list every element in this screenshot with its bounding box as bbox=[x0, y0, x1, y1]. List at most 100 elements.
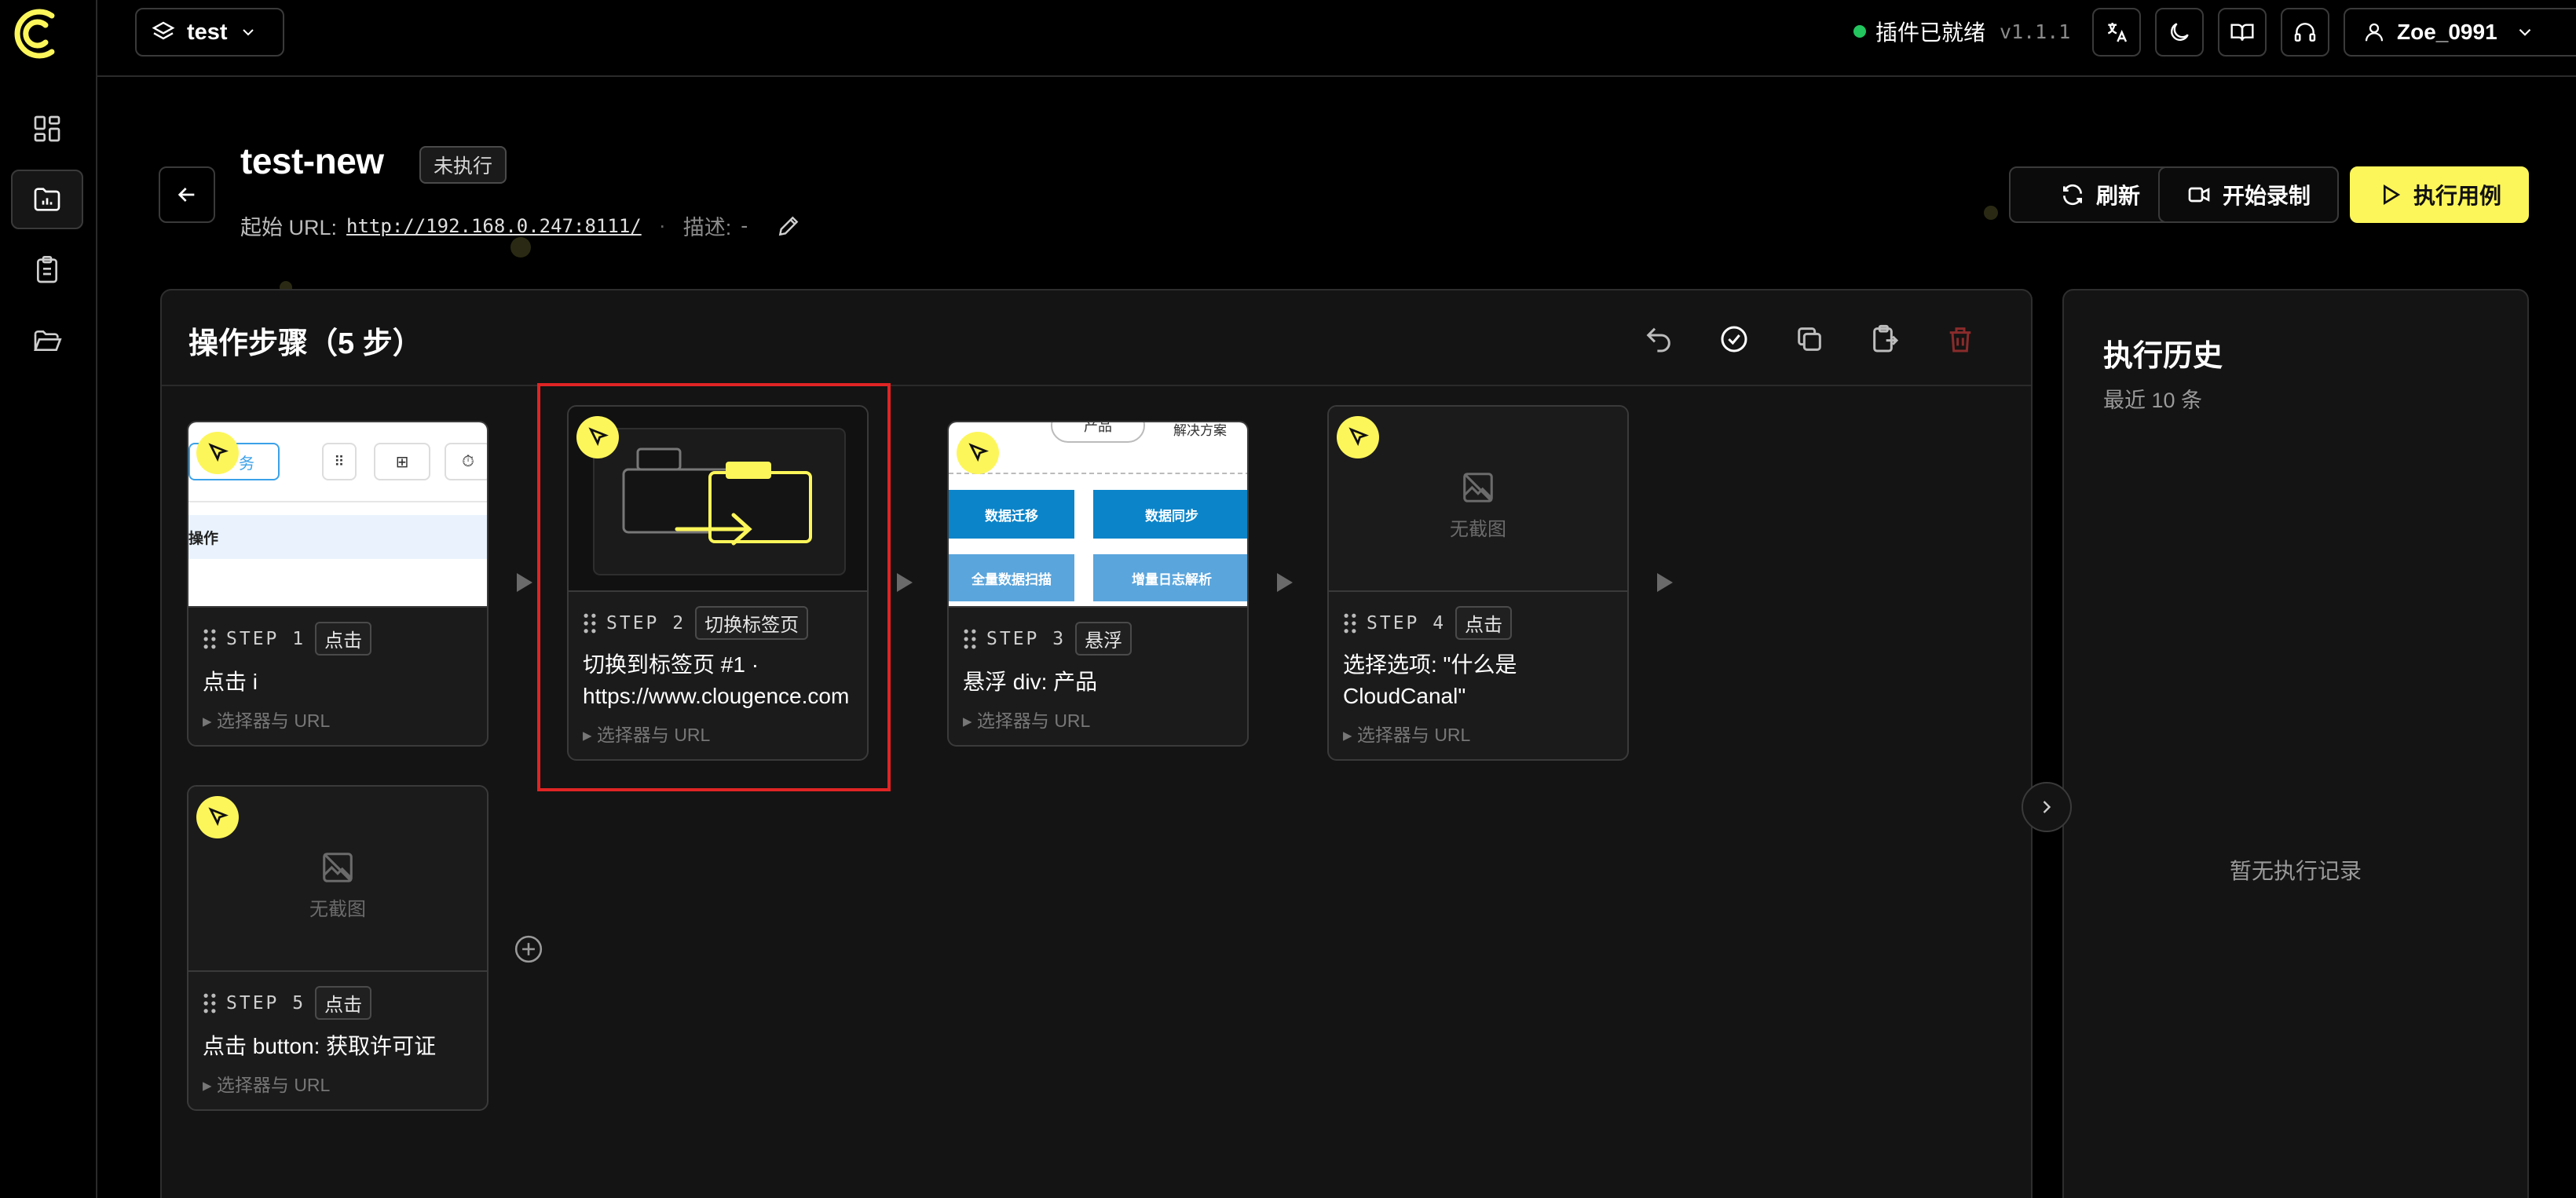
record-label: 开始录制 bbox=[2222, 184, 2311, 208]
clipboard-icon bbox=[37, 256, 57, 283]
thumb-tile: 数据迁移 bbox=[949, 490, 1074, 539]
pencil-icon[interactable] bbox=[776, 214, 801, 239]
top-bar: test 插件已就绪 v1.1.1 Zoe_0991 bbox=[97, 0, 2576, 77]
headset-icon bbox=[2294, 23, 2316, 42]
status-text: 插件已就绪 bbox=[1875, 20, 1986, 45]
thumb-nav-product: 产品 bbox=[1051, 422, 1145, 443]
grid-icon: ⠿ bbox=[322, 443, 357, 480]
export-button[interactable] bbox=[1866, 320, 1904, 358]
step-snapshot: 无截图 bbox=[1329, 407, 1627, 592]
back-button[interactable] bbox=[159, 166, 215, 223]
validate-button[interactable] bbox=[1715, 320, 1753, 358]
drag-handle-icon[interactable] bbox=[203, 993, 217, 1014]
layers-icon bbox=[152, 21, 175, 40]
copy-icon bbox=[1798, 327, 1821, 351]
step-label: STEP 1 bbox=[226, 628, 306, 649]
step-snapshot: 务 ⠿ ⊞ ⏱ 操作 bbox=[188, 422, 487, 608]
start-url-label: 起始 URL: bbox=[240, 216, 338, 239]
step-card-4[interactable]: 无截图 STEP 4 点击 选择选项: "什么是 CloudCanal" ▸ 选… bbox=[1327, 405, 1629, 761]
selector-toggle[interactable]: ▸ 选择器与 URL bbox=[203, 1070, 473, 1097]
check-circle-icon bbox=[1721, 326, 1747, 352]
cursor-click-icon bbox=[208, 443, 229, 462]
thumb-tile: 全量数据扫描 bbox=[949, 554, 1074, 601]
apps-icon: ⊞ bbox=[374, 443, 430, 480]
case-meta: 起始 URL: http://192.168.0.247:8111/ · 描述:… bbox=[240, 210, 801, 241]
step-body: STEP 3 悬浮 悬浮 div: 产品 ▸ 选择器与 URL bbox=[949, 608, 1247, 745]
folder-open-icon bbox=[34, 331, 62, 351]
step-description: 悬浮 div: 产品 bbox=[963, 670, 1098, 694]
moon-icon bbox=[2171, 23, 2189, 41]
step-snapshot: 产品 解决方案 数据迁移 数据同步 全量数据扫描 增量日志解析 bbox=[949, 422, 1247, 608]
collapse-history-button[interactable] bbox=[2022, 782, 2072, 832]
add-step-icon[interactable] bbox=[514, 934, 543, 964]
step-card-5[interactable]: 无截图 STEP 5 点击 点击 button: 获取许可证 ▸ 选择器与 UR… bbox=[187, 785, 488, 1111]
cursor-click-icon bbox=[588, 427, 609, 447]
no-snapshot: 无截图 bbox=[188, 849, 487, 921]
support-button[interactable] bbox=[2281, 8, 2329, 57]
user-menu[interactable]: Zoe_0991 bbox=[2344, 8, 2576, 57]
refresh-icon bbox=[2062, 184, 2082, 206]
docs-button[interactable] bbox=[2218, 8, 2267, 57]
step-arrow bbox=[517, 573, 532, 592]
start-recording-button[interactable]: 开始录制 bbox=[2158, 166, 2339, 223]
meta-separator: · bbox=[658, 214, 666, 237]
drag-handle-icon[interactable] bbox=[1343, 613, 1357, 634]
status-badge: 未执行 bbox=[419, 146, 507, 184]
drag-handle-icon[interactable] bbox=[203, 629, 217, 649]
cursor-badge bbox=[957, 432, 999, 474]
execution-history-panel: 执行历史 最近 10 条 暂无执行记录 bbox=[2062, 289, 2529, 1198]
run-case-button[interactable]: 执行用例 bbox=[2350, 166, 2529, 223]
play-icon bbox=[2383, 184, 2401, 206]
trash-icon bbox=[1949, 327, 1971, 352]
delete-button[interactable] bbox=[1941, 320, 1979, 358]
step-card-1[interactable]: 务 ⠿ ⊞ ⏱ 操作 STEP 1 点击 点击 i ▸ 选择器与 URL bbox=[187, 421, 488, 747]
nav-reports[interactable] bbox=[11, 240, 83, 300]
step-label: STEP 4 bbox=[1367, 612, 1447, 634]
video-camera-icon bbox=[2188, 187, 2210, 203]
selector-toggle[interactable]: ▸ 选择器与 URL bbox=[1343, 720, 1613, 747]
start-url-link[interactable]: http://192.168.0.247:8111/ bbox=[346, 215, 642, 237]
no-snapshot-text: 无截图 bbox=[1450, 519, 1506, 540]
page-title: test-new bbox=[240, 141, 384, 181]
chevron-down-icon bbox=[242, 29, 254, 36]
thumb-nav-solutions: 解决方案 bbox=[1173, 423, 1227, 438]
nav-dashboard[interactable] bbox=[11, 99, 83, 159]
thumb-tile: 增量日志解析 bbox=[1093, 554, 1247, 601]
step-description-line2: CloudCanal" bbox=[1343, 684, 1466, 708]
book-icon bbox=[2230, 24, 2254, 41]
nav-test-cases[interactable] bbox=[11, 170, 83, 229]
steps-title: 操作步骤（5 步） bbox=[188, 327, 423, 360]
cursor-click-icon bbox=[208, 807, 229, 827]
theme-toggle-button[interactable] bbox=[2155, 8, 2204, 57]
step-body: STEP 5 点击 点击 button: 获取许可证 ▸ 选择器与 URL bbox=[188, 972, 487, 1109]
language-button[interactable] bbox=[2092, 8, 2141, 57]
refresh-label: 刷新 bbox=[2095, 184, 2140, 208]
step-arrow bbox=[1657, 573, 1673, 592]
step-type-chip: 点击 bbox=[315, 622, 372, 656]
selector-toggle[interactable]: ▸ 选择器与 URL bbox=[203, 706, 473, 732]
no-snapshot: 无截图 bbox=[1329, 469, 1627, 541]
nav-files[interactable] bbox=[11, 311, 83, 371]
step-type-chip: 点击 bbox=[315, 986, 372, 1020]
drag-handle-icon[interactable] bbox=[963, 629, 977, 649]
step-label: STEP 5 bbox=[226, 992, 306, 1014]
cloudcanal-logo[interactable] bbox=[11, 6, 66, 61]
selector-toggle[interactable]: ▸ 选择器与 URL bbox=[963, 706, 1233, 732]
user-icon bbox=[2365, 23, 2384, 42]
step-description: 点击 button: 获取许可证 bbox=[203, 1034, 437, 1058]
step-snapshot: 无截图 bbox=[188, 787, 487, 972]
project-selector[interactable]: test bbox=[135, 8, 284, 57]
no-snapshot-text: 无截图 bbox=[309, 899, 366, 920]
plugin-status: 插件已就绪 v1.1.1 bbox=[1853, 16, 2070, 47]
status-dot bbox=[1853, 25, 1866, 38]
decor-dot bbox=[1984, 206, 1998, 220]
step-card-3[interactable]: 产品 解决方案 数据迁移 数据同步 全量数据扫描 增量日志解析 STEP 3 悬… bbox=[947, 421, 1249, 747]
chevron-down-icon bbox=[2519, 28, 2530, 36]
chevron-right-icon bbox=[2043, 801, 2051, 813]
timer-icon: ⏱ bbox=[445, 443, 487, 480]
step-description-line1: 选择选项: "什么是 bbox=[1343, 652, 1517, 677]
copy-button[interactable] bbox=[1791, 320, 1828, 358]
clipboard-export-icon bbox=[1873, 324, 1899, 352]
cursor-click-icon bbox=[968, 443, 989, 462]
undo-button[interactable] bbox=[1640, 320, 1678, 358]
